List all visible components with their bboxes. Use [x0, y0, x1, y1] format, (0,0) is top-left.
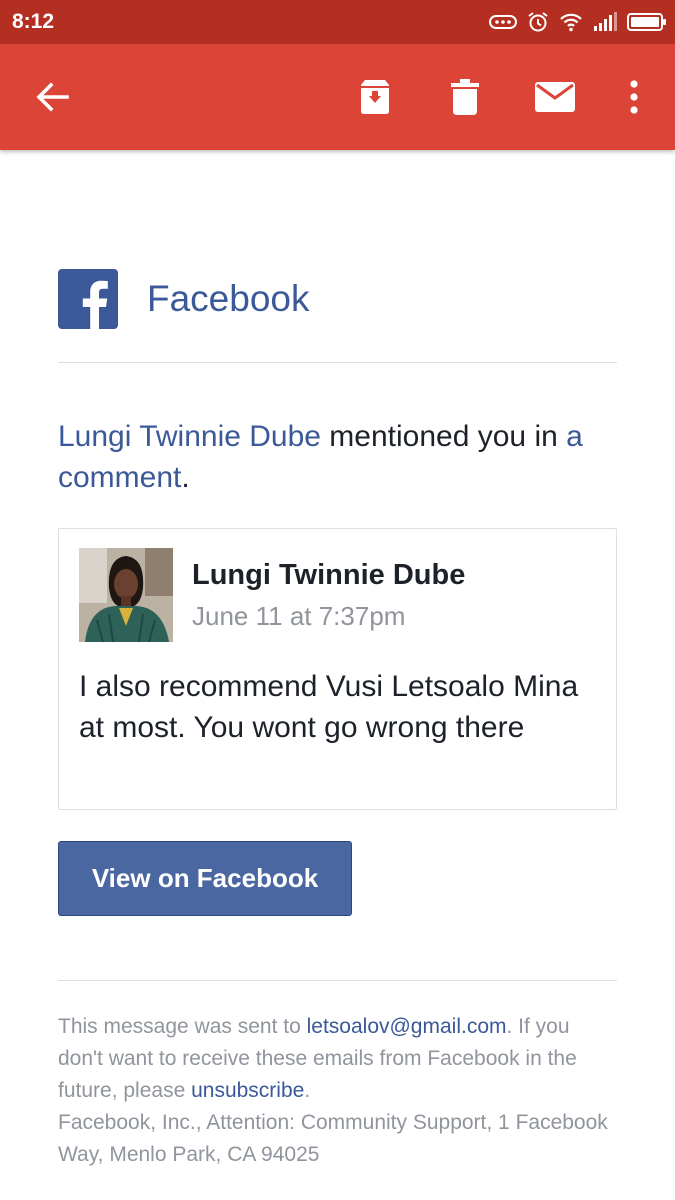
arrow-back-icon: [35, 82, 69, 112]
mail-icon: [535, 82, 575, 112]
email-brand-header: Facebook: [58, 269, 310, 329]
more-vert-icon: [629, 80, 639, 114]
header-divider: [58, 362, 617, 363]
app-toolbar: [0, 44, 675, 150]
notification-headline: Lungi Twinnie Dube mentioned you in a co…: [58, 416, 617, 498]
trash-icon: [451, 79, 479, 115]
comment-text: I also recommend Vusi Letsoalo Mina at m…: [79, 670, 579, 744]
footer-sent-prefix: This message was sent to: [58, 1015, 307, 1038]
alarm-icon: [527, 11, 549, 33]
status-bar: 8:12: [0, 0, 675, 44]
status-time: 8:12: [12, 10, 55, 33]
mark-unread-button[interactable]: [529, 71, 581, 123]
status-icons: [489, 8, 667, 36]
footer-notice: This message was sent to letsoalov@gmail…: [58, 1011, 617, 1107]
back-button[interactable]: [26, 71, 78, 123]
footer-address: Facebook, Inc., Attention: Community Sup…: [58, 1111, 608, 1166]
archive-icon: [357, 79, 393, 115]
comment-card: Lungi Twinnie Dube June 11 at 7:37pm I a…: [58, 528, 617, 810]
actor-link[interactable]: Lungi Twinnie Dube: [58, 420, 321, 453]
footer-divider: [58, 980, 617, 981]
wifi-icon: [559, 12, 583, 32]
signal-icon: [593, 12, 617, 32]
comment-author[interactable]: Lungi Twinnie Dube: [192, 559, 465, 592]
archive-button[interactable]: [349, 71, 401, 123]
delete-button[interactable]: [439, 71, 491, 123]
avatar: [79, 548, 173, 642]
more-options-button[interactable]: [608, 71, 660, 123]
headline-period: .: [181, 461, 190, 494]
facebook-logo-icon: [58, 269, 118, 329]
comment-timestamp: June 11 at 7:37pm: [192, 601, 406, 631]
email-footer: This message was sent to letsoalov@gmail…: [58, 1011, 617, 1171]
battery-icon: [627, 12, 667, 32]
unsubscribe-link[interactable]: unsubscribe: [191, 1079, 304, 1102]
headline-action-text: mentioned you in: [320, 420, 567, 453]
view-on-facebook-button[interactable]: View on Facebook: [58, 841, 352, 916]
more-dots-icon: [489, 14, 517, 30]
brand-name: Facebook: [147, 278, 310, 319]
footer-period: .: [304, 1079, 311, 1102]
recipient-email-link[interactable]: letsoalov@gmail.com: [307, 1015, 507, 1038]
